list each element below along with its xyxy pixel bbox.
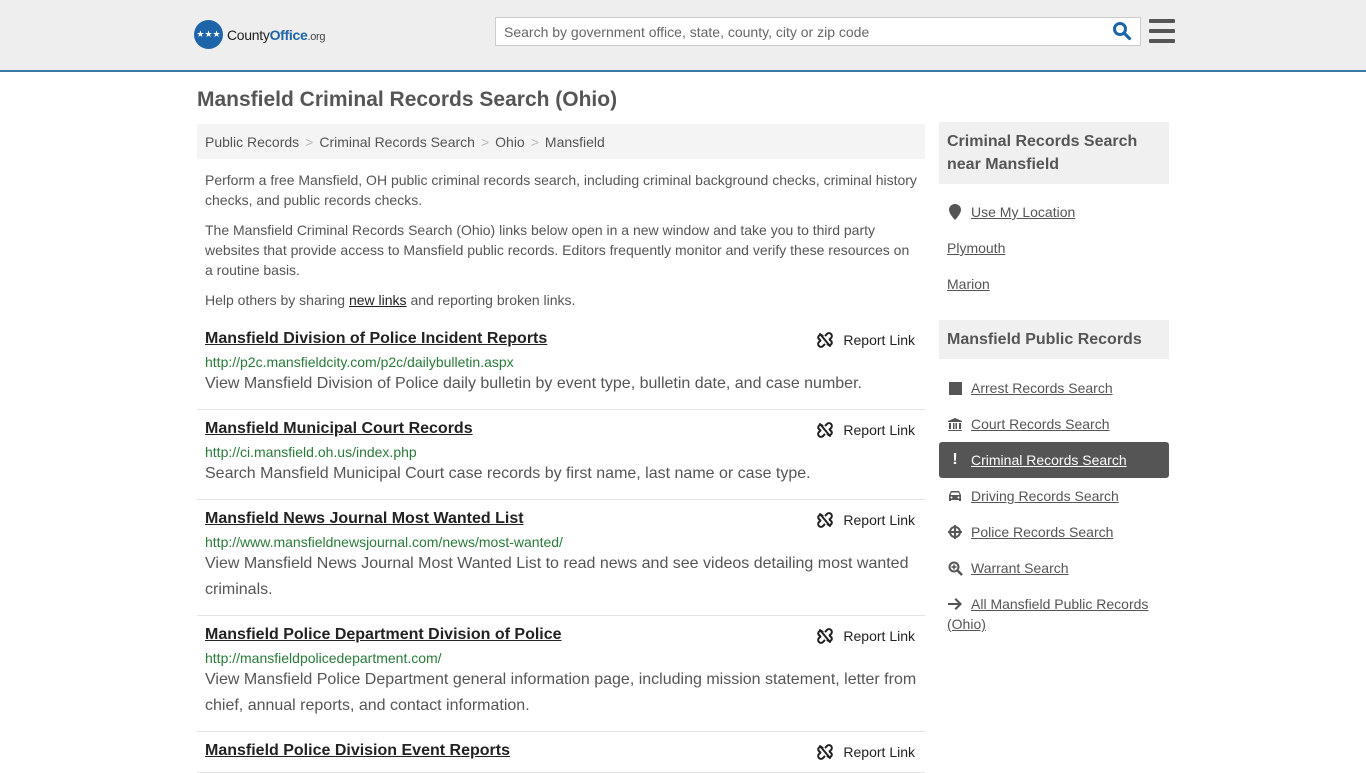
breadcrumb-public-records[interactable]: Public Records [205, 134, 299, 150]
intro-paragraph: Perform a free Mansfield, OH public crim… [205, 172, 917, 208]
search-input[interactable] [496, 18, 1096, 45]
main-content: Perform a free Mansfield, OH public crim… [197, 170, 925, 773]
sidebar-link[interactable]: Criminal Records Search [971, 450, 1127, 470]
search-box [495, 17, 1141, 46]
courthouse-icon [947, 414, 963, 434]
crosshair-icon [947, 522, 963, 542]
page-title: Mansfield Criminal Records Search (Ohio) [197, 88, 618, 111]
public-records-panel: Mansfield Public Records Arrest Records … [939, 320, 1169, 642]
result-description: View Mansfield Division of Police daily … [205, 375, 862, 392]
eagle-logo-icon: ★★★ [194, 20, 223, 49]
result-item: Mansfield Police Division Event Reports R… [197, 732, 925, 773]
search-icon [1113, 22, 1132, 41]
report-link-button[interactable]: Report Link [817, 628, 915, 644]
sidebar-item-all-public-records[interactable]: All Mansfield Public Records (Ohio) [939, 586, 1169, 642]
intro-text-part: and reporting broken links. [406, 292, 576, 308]
intro-text-part: Help others by sharing [205, 292, 349, 308]
sidebar-link[interactable]: Warrant Search [971, 558, 1069, 578]
result-url: http://mansfieldpolicedepartment.com/ [205, 650, 442, 666]
intro-text: Perform a free Mansfield, OH public crim… [197, 170, 925, 310]
new-links-link[interactable]: new links [349, 292, 407, 308]
magnify-plus-icon [947, 558, 963, 578]
sidebar-link[interactable]: Arrest Records Search [971, 378, 1113, 398]
broken-link-icon [817, 422, 834, 438]
sidebar-link[interactable]: Police Records Search [971, 522, 1113, 542]
exclamation-icon: ! [952, 451, 958, 468]
menu-bar [1149, 29, 1175, 33]
menu-bar [1149, 19, 1175, 23]
menu-bar [1149, 39, 1175, 43]
intro-paragraph: The Mansfield Criminal Records Search (O… [205, 222, 910, 278]
public-records-heading: Mansfield Public Records [939, 320, 1169, 359]
result-item: Mansfield Municipal Court Records Report … [197, 410, 925, 500]
result-description: View Mansfield Police Department general… [205, 671, 917, 714]
result-title-link[interactable]: Mansfield Division of Police Incident Re… [205, 330, 547, 348]
marion-link[interactable]: Marion [947, 274, 990, 294]
nearby-panel: Criminal Records Search near Mansfield U… [939, 122, 1169, 302]
use-my-location-link[interactable]: Use My Location [971, 202, 1075, 222]
breadcrumb-separator: > [480, 134, 490, 150]
report-link-label: Report Link [843, 422, 915, 438]
nearby-item-marion[interactable]: Marion [939, 266, 1169, 302]
breadcrumb-criminal-records[interactable]: Criminal Records Search [319, 134, 475, 150]
result-title-link[interactable]: Mansfield Municipal Court Records [205, 420, 473, 438]
result-url: http://p2c.mansfieldcity.com/p2c/dailybu… [205, 354, 514, 370]
result-url: http://ci.mansfield.oh.us/index.php [205, 444, 417, 460]
report-link-label: Report Link [843, 332, 915, 348]
broken-link-icon [817, 628, 834, 644]
search-button[interactable] [1112, 21, 1134, 43]
logo-text: CountyOffice.org [227, 26, 326, 43]
report-link-label: Report Link [843, 628, 915, 644]
sidebar-item-police-records[interactable]: Police Records Search [939, 514, 1169, 550]
nearby-item-plymouth[interactable]: Plymouth [939, 230, 1169, 266]
result-item: Mansfield Police Department Division of … [197, 616, 925, 732]
car-icon [947, 486, 963, 506]
result-description: Search Mansfield Municipal Court case re… [205, 465, 811, 482]
nearby-heading: Criminal Records Search near Mansfield [939, 122, 1169, 184]
hamburger-menu-button[interactable] [1149, 19, 1175, 43]
map-marker-icon [947, 202, 963, 222]
result-item: Mansfield Division of Police Incident Re… [197, 320, 925, 410]
sidebar-link[interactable]: Driving Records Search [971, 486, 1119, 506]
sidebar-link[interactable]: Court Records Search [971, 414, 1110, 434]
arrow-right-icon [947, 594, 963, 614]
report-link-button[interactable]: Report Link [817, 332, 915, 348]
result-item: Mansfield News Journal Most Wanted List R… [197, 500, 925, 616]
broken-link-icon [817, 332, 834, 348]
result-title-link[interactable]: Mansfield Police Department Division of … [205, 626, 562, 644]
result-title-link[interactable]: Mansfield Police Division Event Reports [205, 742, 510, 760]
nearby-item-use-my-location[interactable]: Use My Location [939, 194, 1169, 230]
result-description: View Mansfield News Journal Most Wanted … [205, 555, 909, 598]
breadcrumb: Public Records > Criminal Records Search > O… [197, 124, 925, 159]
sidebar-item-criminal-records[interactable]: ! Criminal Records Search [939, 442, 1169, 478]
broken-link-icon [817, 512, 834, 528]
breadcrumb-mansfield[interactable]: Mansfield [545, 134, 605, 150]
top-header: ★★★ CountyOffice.org [0, 0, 1366, 72]
plymouth-link[interactable]: Plymouth [947, 238, 1005, 258]
results-list: Mansfield Division of Police Incident Re… [197, 320, 925, 773]
sidebar-item-court-records[interactable]: Court Records Search [939, 406, 1169, 442]
breadcrumb-ohio[interactable]: Ohio [495, 134, 525, 150]
sidebar-link[interactable]: All Mansfield Public Records (Ohio) [947, 596, 1148, 632]
report-link-label: Report Link [843, 744, 915, 760]
result-url: http://www.mansfieldnewsjournal.com/news… [205, 534, 563, 550]
square-icon [947, 378, 963, 398]
sidebar-item-arrest-records[interactable]: Arrest Records Search [939, 370, 1169, 406]
site-logo[interactable]: ★★★ CountyOffice.org [194, 20, 326, 49]
broken-link-icon [817, 744, 834, 760]
report-link-button[interactable]: Report Link [817, 422, 915, 438]
sidebar-item-driving-records[interactable]: Driving Records Search [939, 478, 1169, 514]
intro-paragraph: Help others by sharing new links and rep… [197, 290, 925, 310]
result-title-link[interactable]: Mansfield News Journal Most Wanted List [205, 510, 524, 528]
breadcrumb-separator: > [530, 134, 539, 150]
breadcrumb-separator: > [305, 134, 314, 150]
report-link-button[interactable]: Report Link [817, 744, 915, 760]
sidebar-item-warrant-search[interactable]: Warrant Search [939, 550, 1169, 586]
report-link-label: Report Link [843, 512, 915, 528]
report-link-button[interactable]: Report Link [817, 512, 915, 528]
